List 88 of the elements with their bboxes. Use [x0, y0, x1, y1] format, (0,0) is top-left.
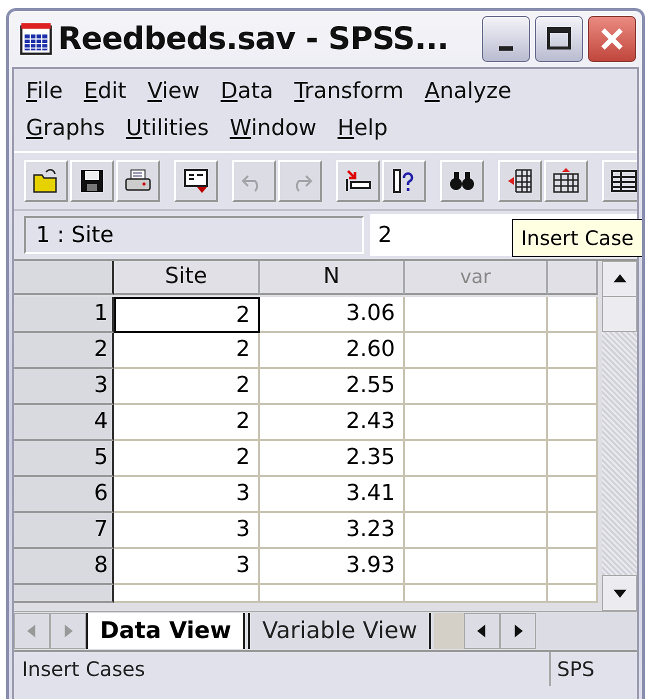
table-cell[interactable]: 2: [114, 441, 260, 477]
table-cell[interactable]: 2.60: [260, 333, 405, 369]
table-cell[interactable]: [405, 549, 548, 585]
toolbar-button[interactable]: [174, 160, 218, 202]
table-cell[interactable]: [548, 513, 598, 549]
menu-item[interactable]: Window: [230, 116, 317, 141]
table-cell[interactable]: 3: [114, 477, 260, 513]
sheet-tab[interactable]: Data View: [86, 613, 246, 649]
table-cell[interactable]: 3.41: [260, 477, 405, 513]
table-cell[interactable]: [548, 441, 598, 477]
tooltip: Insert Case: [512, 219, 642, 257]
menu-item[interactable]: Help: [338, 116, 388, 141]
toolbar-button[interactable]: [336, 160, 380, 202]
row-header[interactable]: 7: [14, 513, 114, 549]
table-cell[interactable]: [548, 549, 598, 585]
menu-item[interactable]: Transform: [294, 79, 404, 104]
row-header[interactable]: 3: [14, 369, 114, 405]
table-cell[interactable]: 2: [114, 297, 260, 333]
row-header[interactable]: 1: [14, 297, 114, 333]
table-cell[interactable]: [405, 333, 548, 369]
toolbar-button[interactable]: [498, 160, 542, 202]
scroll-thumb[interactable]: [602, 297, 637, 332]
status-message: Insert Cases: [21, 657, 146, 681]
menu-item[interactable]: Analyze: [424, 79, 512, 104]
table-cell[interactable]: 3: [114, 513, 260, 549]
menu-item[interactable]: File: [26, 79, 63, 104]
row-header[interactable]: 2: [14, 333, 114, 369]
table-cell[interactable]: [548, 585, 598, 603]
vertical-scrollbar[interactable]: [602, 261, 637, 611]
scroll-right-button[interactable]: [500, 613, 536, 649]
table-cell[interactable]: 3.23: [260, 513, 405, 549]
toolbar-button[interactable]: [440, 160, 484, 202]
toolbar-button[interactable]: [544, 160, 588, 202]
table-cell[interactable]: [405, 405, 548, 441]
table-cell[interactable]: [405, 441, 548, 477]
tab-scroll-right[interactable]: [50, 613, 86, 649]
window-title: Reedbeds.sav - SPSS...: [58, 21, 450, 57]
table-cell[interactable]: [405, 585, 548, 603]
row-header[interactable]: 5: [14, 441, 114, 477]
table-cell[interactable]: 2: [114, 369, 260, 405]
table-cell[interactable]: [260, 585, 405, 603]
menu-item[interactable]: View: [147, 79, 200, 104]
sheet-tab[interactable]: Variable View: [248, 613, 432, 649]
column-header[interactable]: Site: [114, 261, 260, 295]
table-cell[interactable]: [405, 369, 548, 405]
table-cell[interactable]: [114, 585, 260, 603]
column-header[interactable]: [548, 261, 598, 295]
tab-strip-background: [434, 613, 464, 649]
table-cell[interactable]: 2: [114, 405, 260, 441]
maximize-button[interactable]: [535, 16, 583, 62]
table-cell[interactable]: 2.55: [260, 369, 405, 405]
table-cell[interactable]: [548, 369, 598, 405]
table-cell[interactable]: 2: [114, 333, 260, 369]
scroll-left-button[interactable]: [464, 613, 500, 649]
table-cell[interactable]: 2.43: [260, 405, 405, 441]
table-cell[interactable]: [405, 297, 548, 333]
insert-column-icon: [551, 166, 581, 196]
table-cell[interactable]: 3.93: [260, 549, 405, 585]
menu-item[interactable]: Data: [220, 79, 274, 104]
table-cell[interactable]: 3: [114, 549, 260, 585]
row-header[interactable]: 4: [14, 405, 114, 441]
row-header[interactable]: 8: [14, 549, 114, 585]
table-cell[interactable]: [405, 513, 548, 549]
menu-item[interactable]: Graphs: [26, 116, 105, 141]
table-cell[interactable]: 2.35: [260, 441, 405, 477]
minimize-button[interactable]: [482, 16, 530, 62]
row-header[interactable]: [14, 585, 114, 603]
table-cell[interactable]: 3.06: [260, 297, 405, 333]
toolbar-button[interactable]: [116, 160, 160, 202]
column-header[interactable]: N: [260, 261, 405, 295]
spreadsheet-icon: [19, 22, 53, 56]
table-cell[interactable]: [548, 477, 598, 513]
close-button[interactable]: [588, 16, 636, 62]
toolbar-button[interactable]: [382, 160, 426, 202]
menu-item[interactable]: Edit: [84, 79, 126, 104]
cell-reference: 1 : Site: [24, 216, 364, 254]
toolbar-button[interactable]: [70, 160, 114, 202]
processor-status: SPS: [549, 652, 637, 686]
minimize-icon: [499, 46, 513, 50]
tab-scroll-left[interactable]: [14, 613, 50, 649]
table-cell[interactable]: [548, 405, 598, 441]
row-header[interactable]: 6: [14, 477, 114, 513]
toolbar-button[interactable]: [24, 160, 68, 202]
toolbar-button[interactable]: [602, 160, 637, 202]
table-cell[interactable]: [405, 477, 548, 513]
menu-item[interactable]: Utilities: [126, 116, 209, 141]
table-cell[interactable]: [548, 333, 598, 369]
table-cell[interactable]: [548, 297, 598, 333]
